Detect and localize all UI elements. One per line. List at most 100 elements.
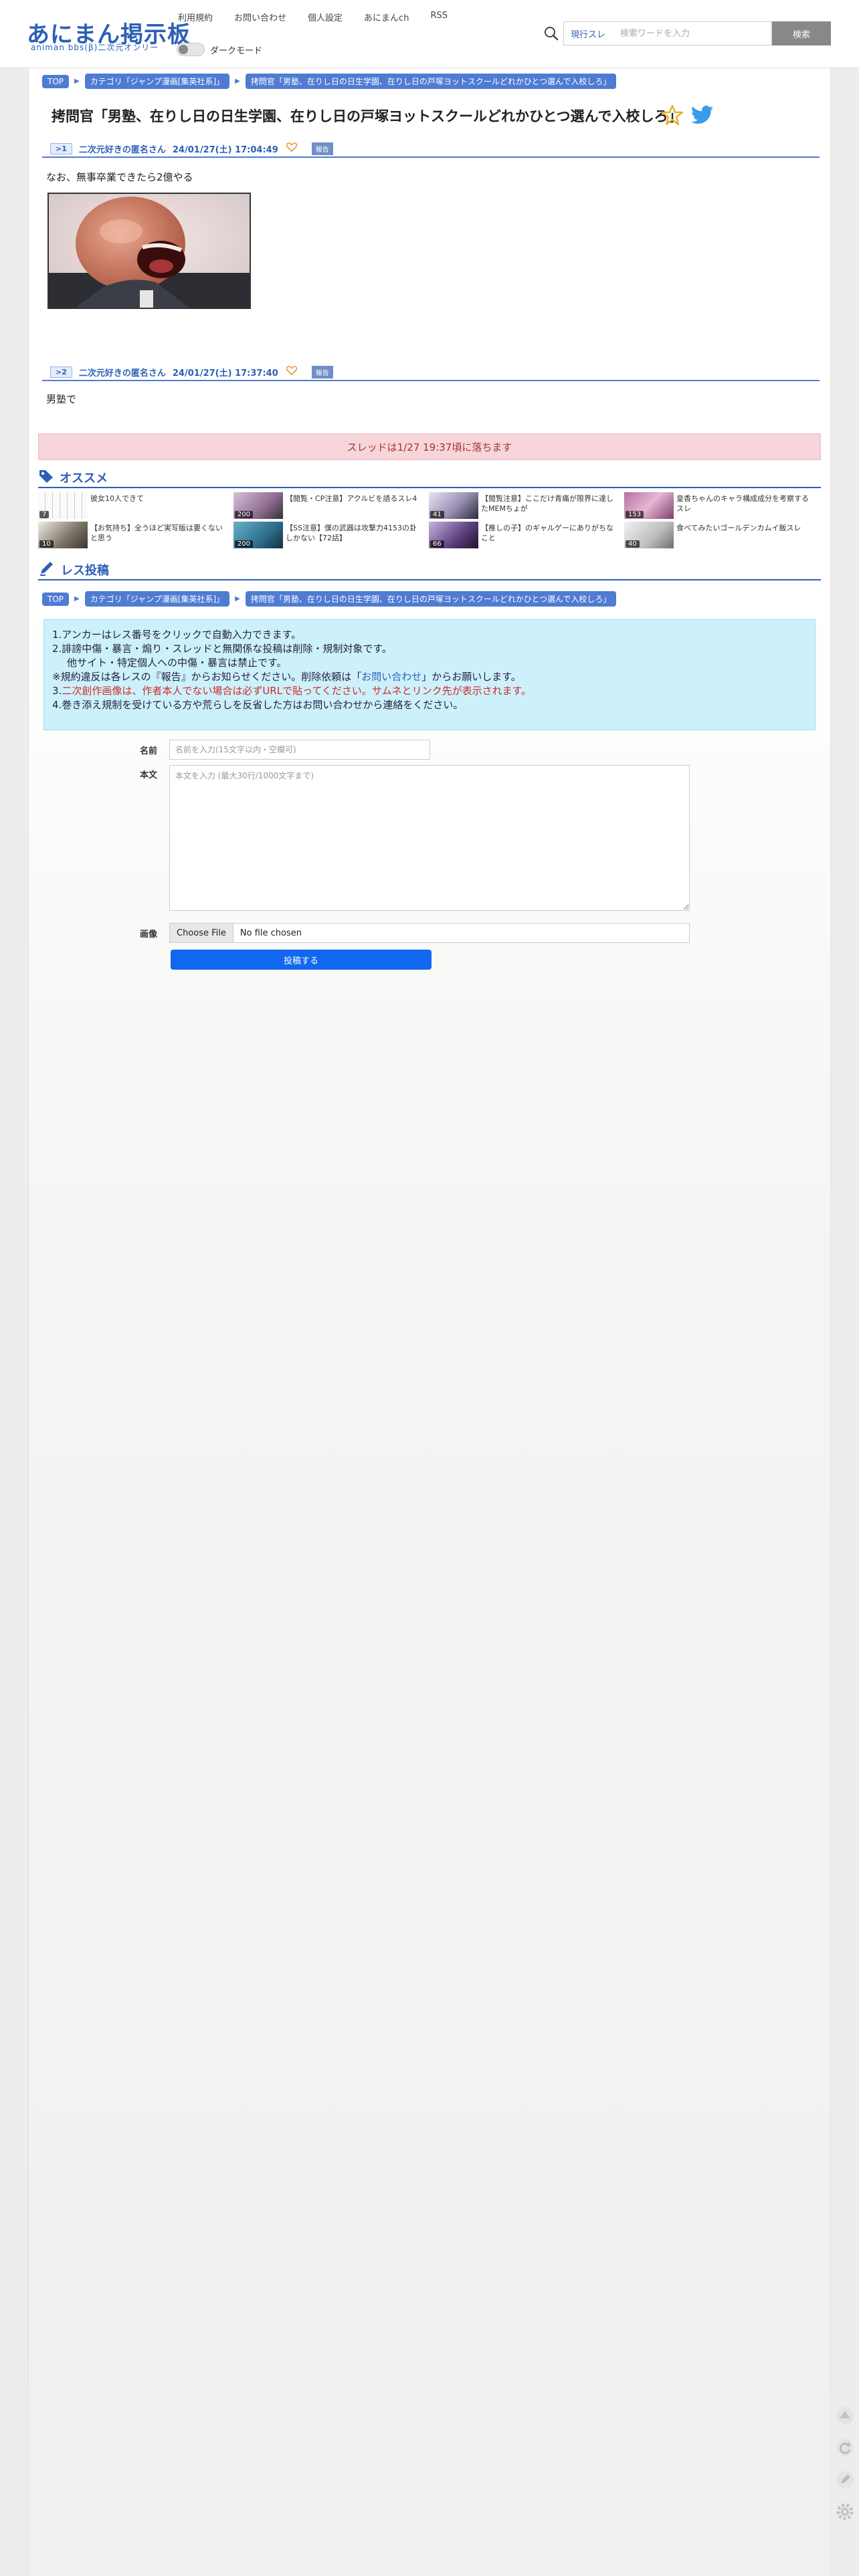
- search-input[interactable]: [612, 21, 772, 45]
- breadcrumb-top[interactable]: TOP: [42, 592, 70, 606]
- file-status: No file chosen: [240, 928, 302, 938]
- choose-file-button[interactable]: Choose File: [170, 924, 233, 942]
- breadcrumb-category[interactable]: カテゴリ「ジャンプ漫画[集英社系]」: [84, 74, 230, 89]
- posting-rules: 1.アンカーはレス番号をクリックで自動入力できます。 2.誹謗中傷・暴言・煽り・…: [43, 619, 816, 730]
- report-button[interactable]: 報告: [311, 365, 333, 379]
- dark-mode-label: ダークモード: [210, 45, 263, 56]
- submit-button[interactable]: 投稿する: [171, 950, 432, 970]
- breadcrumb-top[interactable]: TOP: [42, 74, 70, 88]
- nav-contact[interactable]: お問い合わせ: [234, 11, 286, 23]
- nav-terms[interactable]: 利用規約: [178, 11, 213, 23]
- rule-line: 4.巻き添え規制を受けている方や荒らしを反省した方はお問い合わせから連絡をくださ…: [52, 699, 464, 711]
- breadcrumb: TOP ▶ カテゴリ「ジャンプ漫画[集英社系]」 ▶ 拷問官「男塾、在りし日の日…: [42, 74, 617, 89]
- star-icon[interactable]: [661, 104, 684, 128]
- name-label: 名前: [139, 746, 157, 756]
- contact-link[interactable]: お問い合わせ: [361, 671, 421, 683]
- post-date: 24/01/27(土) 17:04:49: [172, 144, 278, 155]
- recommend-count: 66: [430, 540, 444, 548]
- breadcrumb-category[interactable]: カテゴリ「ジャンプ漫画[集英社系]」: [84, 591, 230, 607]
- post-body: 男塾で: [46, 393, 77, 405]
- recommend-item-title: 【SS注意】僕の武器は攻撃力4153の卦しかない【72話】: [286, 524, 417, 542]
- recommend-title: オススメ: [60, 471, 108, 486]
- thread-title: 拷問官「男塾、在りし日の日生学園、在りし日の戸塚ヨットスクールどれかひとつ選んで…: [52, 108, 682, 124]
- thread-expiry-notice: スレッドは1/27 19:37頃に落ちます: [38, 433, 821, 460]
- rule-text: ※規約違反は各レスの『報告』からお知らせください。削除依頼は「: [52, 671, 362, 683]
- heart-icon[interactable]: [286, 366, 297, 378]
- post-date: 24/01/27(土) 17:37:40: [172, 368, 278, 379]
- rule-warning: 二次創作画像は、: [62, 685, 142, 697]
- recommend-thumbnail: 153: [624, 492, 674, 519]
- reply-title: レス投稿: [61, 564, 109, 578]
- recommend-item-title: 【閲覧注意】ここだけ青痛が限界に達したMEMちょが: [481, 494, 613, 513]
- recommend-thumbnail: 40: [624, 522, 674, 548]
- search-button[interactable]: 検索: [772, 21, 831, 45]
- rule-warning: 作者本人でない場合は必ずURLで貼ってください。サムネとリンク先が表示されます。: [142, 685, 532, 697]
- reload-icon[interactable]: [834, 2434, 856, 2461]
- recommend-item-title: 【閲覧・CP注意】アクルビを語るスレ4: [286, 494, 417, 503]
- body-textarea[interactable]: [169, 765, 690, 911]
- rule-text: 」からお願いします。: [421, 671, 521, 683]
- recommend-count: 153: [626, 511, 644, 518]
- edit-icon[interactable]: [834, 2466, 856, 2493]
- recommend-item-title: 【推しの子】のギャルゲーにありがちなこと: [481, 524, 613, 542]
- scroll-top-icon[interactable]: [834, 2402, 856, 2429]
- recommend-thumbnail: 10: [38, 522, 88, 548]
- breadcrumb-thread[interactable]: 拷問官「男塾、在りし日の日生学園、在りし日の戸塚ヨットスクールどれかひとつ選んで…: [245, 591, 617, 607]
- post-image[interactable]: [47, 193, 251, 309]
- gear-icon[interactable]: [834, 2498, 856, 2525]
- heart-icon[interactable]: [286, 142, 297, 154]
- post-author: 二次元好きの匿名さん: [78, 144, 166, 155]
- body-label: 本文: [139, 770, 157, 780]
- image-label: 画像: [139, 930, 157, 940]
- recommend-item[interactable]: 153 皇香ちゃんのキャラ構成成分を考察するスレ: [624, 492, 820, 519]
- breadcrumb-separator: ▶: [74, 78, 80, 85]
- rule-text: 3.: [52, 685, 62, 697]
- rule-line: 1.アンカーはレス番号をクリックで自動入力できます。: [52, 629, 302, 641]
- recommend-item[interactable]: 41 【閲覧注意】ここだけ青痛が限界に達したMEMちょが: [429, 492, 624, 519]
- recommend-item[interactable]: 200 【閲覧・CP注意】アクルビを語るスレ4: [233, 492, 429, 519]
- dark-mode-control: ダークモード: [177, 43, 262, 56]
- image-file-input[interactable]: Choose File No file chosen: [169, 923, 690, 943]
- nav-rss[interactable]: RSS: [430, 11, 448, 23]
- post-header: >2 二次元好きの匿名さん 24/01/27(土) 17:37:40 報告: [42, 364, 820, 381]
- recommend-thumbnail: 41: [429, 492, 478, 519]
- rule-line: 他サイト・特定個人への中傷・暴言は禁止です。: [67, 657, 287, 669]
- recommend-item-title: 彼女10人できて: [90, 494, 144, 503]
- rule-line: 3.二次創作画像は、作者本人でない場合は必ずURLで貼ってください。サムネとリン…: [52, 684, 807, 698]
- recommend-item[interactable]: 66 【推しの子】のギャルゲーにありがちなこと: [429, 522, 624, 548]
- twitter-icon[interactable]: [690, 106, 714, 127]
- search-bar: 現行スレ 検索: [539, 21, 831, 45]
- nav-settings[interactable]: 個人設定: [308, 11, 343, 23]
- name-field[interactable]: [169, 740, 430, 760]
- nav-animanch[interactable]: あにまんch: [364, 11, 409, 23]
- recommend-item[interactable]: 10 【お気持ち】全うほど実写版は要くないと思う: [38, 522, 233, 548]
- recommend-item-title: 食べてみたいゴールデンカムイ飯スレ: [676, 524, 801, 532]
- tag-icon: [38, 469, 54, 486]
- site-logo-subtitle: animan bbs(β)二次元オンリー: [31, 43, 159, 52]
- recommend-thumbnail: 200: [233, 492, 283, 519]
- main-content: TOP ▶ カテゴリ「ジャンプ漫画[集英社系]」 ▶ 拷問官「男塾、在りし日の日…: [28, 68, 831, 2576]
- search-type-select[interactable]: 現行スレ: [563, 21, 613, 45]
- breadcrumb-separator: ▶: [74, 595, 80, 603]
- recommend-item[interactable]: 40 食べてみたいゴールデンカムイ飯スレ: [624, 522, 820, 548]
- breadcrumb-separator: ▶: [235, 78, 240, 85]
- recommend-header: オススメ: [38, 468, 821, 488]
- recommend-count: 40: [626, 540, 640, 548]
- search-icon: [539, 21, 563, 45]
- recommend-count: 200: [235, 511, 254, 518]
- recommend-item[interactable]: 7 彼女10人できて: [38, 492, 233, 519]
- breadcrumb-bottom: TOP ▶ カテゴリ「ジャンプ漫画[集英社系]」 ▶ 拷問官「男塾、在りし日の日…: [42, 591, 617, 607]
- post-number[interactable]: >1: [50, 142, 72, 154]
- breadcrumb-thread[interactable]: 拷問官「男塾、在りし日の日生学園、在りし日の戸塚ヨットスクールどれかひとつ選んで…: [245, 74, 617, 89]
- post-header: >1 二次元好きの匿名さん 24/01/27(土) 17:04:49 報告: [42, 140, 820, 158]
- recommend-item-title: 【お気持ち】全うほど実写版は要くないと思う: [90, 524, 223, 542]
- recommend-count: 10: [39, 540, 54, 548]
- recommend-item[interactable]: 200 【SS注意】僕の武器は攻撃力4153の卦しかない【72話】: [233, 522, 429, 548]
- report-button[interactable]: 報告: [311, 142, 333, 155]
- pencil-icon: [38, 560, 56, 579]
- dark-mode-toggle[interactable]: [177, 43, 205, 56]
- post-number[interactable]: >2: [50, 366, 72, 378]
- post-author: 二次元好きの匿名さん: [78, 368, 166, 379]
- rule-line: ※規約違反は各レスの『報告』からお知らせください。削除依頼は「お問い合わせ」から…: [52, 670, 807, 684]
- post-body: なお、無事卒業できたら2億やる: [46, 171, 193, 183]
